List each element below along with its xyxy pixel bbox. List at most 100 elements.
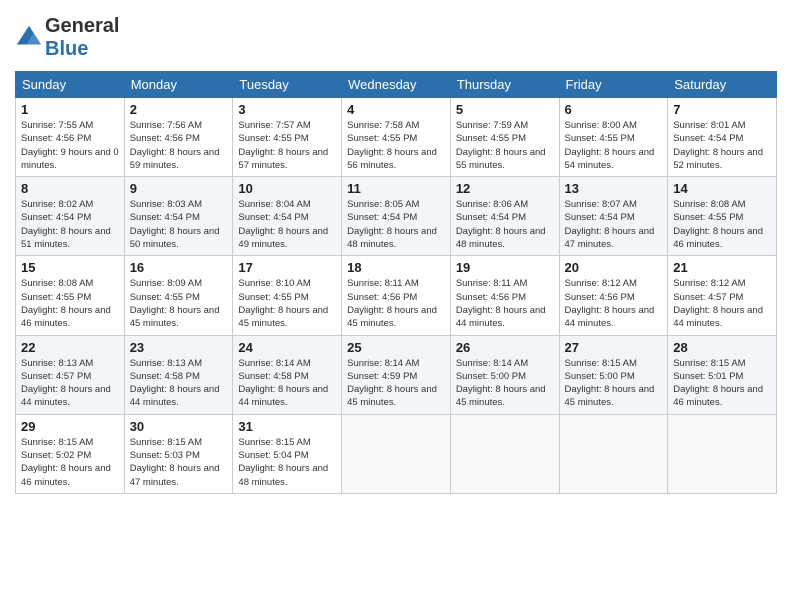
calendar-day-cell: 4Sunrise: 7:58 AMSunset: 4:55 PMDaylight… <box>342 98 451 177</box>
day-info: Sunrise: 8:15 AMSunset: 5:03 PMDaylight:… <box>130 436 228 489</box>
calendar-day-cell: 10Sunrise: 8:04 AMSunset: 4:54 PMDayligh… <box>233 177 342 256</box>
day-number: 30 <box>130 419 228 434</box>
calendar-week-row: 22 Sunrise: 8:13 AMSunset: 4:57 PMDayligh… <box>16 335 777 414</box>
day-info: Sunrise: 8:12 AMSunset: 4:57 PMDaylight:… <box>673 277 771 330</box>
day-number: 13 <box>565 181 663 196</box>
day-number: 14 <box>673 181 771 196</box>
day-number: 16 <box>130 260 228 275</box>
day-of-week-header: Tuesday <box>233 72 342 98</box>
header: General Blue <box>15 15 777 61</box>
day-of-week-header: Wednesday <box>342 72 451 98</box>
calendar-day-cell <box>342 414 451 493</box>
calendar-day-cell: 18 Sunrise: 8:11 AMSunset: 4:56 PMDayligh… <box>342 256 451 335</box>
day-number: 19 <box>456 260 554 275</box>
day-number: 25 <box>347 340 445 355</box>
logo-icon <box>15 24 43 52</box>
calendar-day-cell: 14 Sunrise: 8:08 AMSunset: 4:55 PMDayligh… <box>668 177 777 256</box>
calendar-day-cell: 27Sunrise: 8:15 AMSunset: 5:00 PMDayligh… <box>559 335 668 414</box>
calendar-week-row: 1Sunrise: 7:55 AMSunset: 4:56 PMDaylight… <box>16 98 777 177</box>
logo-text: General Blue <box>45 15 119 61</box>
logo: General Blue <box>15 15 119 61</box>
calendar-week-row: 8Sunrise: 8:02 AMSunset: 4:54 PMDaylight… <box>16 177 777 256</box>
day-number: 21 <box>673 260 771 275</box>
day-info: Sunrise: 8:14 AMSunset: 5:00 PMDaylight:… <box>456 357 554 410</box>
day-info: Sunrise: 8:14 AMSunset: 4:58 PMDaylight:… <box>238 357 336 410</box>
day-number: 31 <box>238 419 336 434</box>
calendar-day-cell: 26 Sunrise: 8:14 AMSunset: 5:00 PMDayligh… <box>450 335 559 414</box>
day-info: Sunrise: 8:13 AMSunset: 4:58 PMDaylight:… <box>130 357 228 410</box>
calendar-day-cell: 19 Sunrise: 8:11 AMSunset: 4:56 PMDayligh… <box>450 256 559 335</box>
day-number: 27 <box>565 340 663 355</box>
calendar-day-cell: 30 Sunrise: 8:15 AMSunset: 5:03 PMDayligh… <box>124 414 233 493</box>
day-number: 18 <box>347 260 445 275</box>
day-number: 2 <box>130 102 228 117</box>
calendar-day-cell: 24 Sunrise: 8:14 AMSunset: 4:58 PMDayligh… <box>233 335 342 414</box>
day-info: Sunrise: 7:58 AMSunset: 4:55 PMDaylight:… <box>347 119 445 172</box>
day-number: 5 <box>456 102 554 117</box>
day-number: 22 <box>21 340 119 355</box>
day-info: Sunrise: 8:00 AMSunset: 4:55 PMDaylight:… <box>565 119 663 172</box>
calendar-day-cell: 28Sunrise: 8:15 AMSunset: 5:01 PMDayligh… <box>668 335 777 414</box>
day-info: Sunrise: 7:57 AMSunset: 4:55 PMDaylight:… <box>238 119 336 172</box>
day-info: Sunrise: 7:59 AMSunset: 4:55 PMDaylight:… <box>456 119 554 172</box>
calendar-day-cell: 2 Sunrise: 7:56 AMSunset: 4:56 PMDaylight… <box>124 98 233 177</box>
day-number: 12 <box>456 181 554 196</box>
calendar-day-cell: 29 Sunrise: 8:15 AMSunset: 5:02 PMDayligh… <box>16 414 125 493</box>
day-info: Sunrise: 8:04 AMSunset: 4:54 PMDaylight:… <box>238 198 336 251</box>
calendar-day-cell: 16 Sunrise: 8:09 AMSunset: 4:55 PMDayligh… <box>124 256 233 335</box>
day-info: Sunrise: 8:09 AMSunset: 4:55 PMDaylight:… <box>130 277 228 330</box>
day-info: Sunrise: 8:11 AMSunset: 4:56 PMDaylight:… <box>347 277 445 330</box>
day-info: Sunrise: 7:55 AMSunset: 4:56 PMDaylight:… <box>21 119 119 172</box>
calendar-day-cell: 12 Sunrise: 8:06 AMSunset: 4:54 PMDayligh… <box>450 177 559 256</box>
day-info: Sunrise: 8:11 AMSunset: 4:56 PMDaylight:… <box>456 277 554 330</box>
day-info: Sunrise: 8:05 AMSunset: 4:54 PMDaylight:… <box>347 198 445 251</box>
day-of-week-header: Monday <box>124 72 233 98</box>
calendar-day-cell: 6Sunrise: 8:00 AMSunset: 4:55 PMDaylight… <box>559 98 668 177</box>
day-number: 9 <box>130 181 228 196</box>
calendar-day-cell: 7 Sunrise: 8:01 AMSunset: 4:54 PMDaylight… <box>668 98 777 177</box>
day-number: 23 <box>130 340 228 355</box>
day-info: Sunrise: 8:13 AMSunset: 4:57 PMDaylight:… <box>21 357 119 410</box>
day-number: 17 <box>238 260 336 275</box>
day-number: 26 <box>456 340 554 355</box>
day-info: Sunrise: 8:07 AMSunset: 4:54 PMDaylight:… <box>565 198 663 251</box>
day-info: Sunrise: 8:10 AMSunset: 4:55 PMDaylight:… <box>238 277 336 330</box>
calendar-day-cell: 5 Sunrise: 7:59 AMSunset: 4:55 PMDaylight… <box>450 98 559 177</box>
calendar-day-cell: 13 Sunrise: 8:07 AMSunset: 4:54 PMDayligh… <box>559 177 668 256</box>
day-of-week-header: Sunday <box>16 72 125 98</box>
calendar-day-cell <box>668 414 777 493</box>
calendar: SundayMondayTuesdayWednesdayThursdayFrid… <box>15 71 777 494</box>
calendar-day-cell: 23 Sunrise: 8:13 AMSunset: 4:58 PMDayligh… <box>124 335 233 414</box>
day-number: 28 <box>673 340 771 355</box>
calendar-week-row: 29 Sunrise: 8:15 AMSunset: 5:02 PMDayligh… <box>16 414 777 493</box>
page: General Blue SundayMondayTuesdayWednesda… <box>0 0 792 612</box>
day-number: 24 <box>238 340 336 355</box>
day-info: Sunrise: 8:15 AMSunset: 5:04 PMDaylight:… <box>238 436 336 489</box>
calendar-day-cell: 25 Sunrise: 8:14 AMSunset: 4:59 PMDayligh… <box>342 335 451 414</box>
day-info: Sunrise: 7:56 AMSunset: 4:56 PMDaylight:… <box>130 119 228 172</box>
day-number: 7 <box>673 102 771 117</box>
calendar-day-cell: 15 Sunrise: 8:08 AMSunset: 4:55 PMDayligh… <box>16 256 125 335</box>
calendar-header-row: SundayMondayTuesdayWednesdayThursdayFrid… <box>16 72 777 98</box>
day-info: Sunrise: 8:08 AMSunset: 4:55 PMDaylight:… <box>673 198 771 251</box>
calendar-day-cell: 21 Sunrise: 8:12 AMSunset: 4:57 PMDayligh… <box>668 256 777 335</box>
day-info: Sunrise: 8:08 AMSunset: 4:55 PMDaylight:… <box>21 277 119 330</box>
day-info: Sunrise: 8:01 AMSunset: 4:54 PMDaylight:… <box>673 119 771 172</box>
day-of-week-header: Thursday <box>450 72 559 98</box>
day-number: 20 <box>565 260 663 275</box>
calendar-day-cell: 22 Sunrise: 8:13 AMSunset: 4:57 PMDayligh… <box>16 335 125 414</box>
day-info: Sunrise: 8:06 AMSunset: 4:54 PMDaylight:… <box>456 198 554 251</box>
day-info: Sunrise: 8:15 AMSunset: 5:02 PMDaylight:… <box>21 436 119 489</box>
calendar-day-cell: 17 Sunrise: 8:10 AMSunset: 4:55 PMDayligh… <box>233 256 342 335</box>
day-number: 15 <box>21 260 119 275</box>
day-of-week-header: Friday <box>559 72 668 98</box>
calendar-day-cell: 3Sunrise: 7:57 AMSunset: 4:55 PMDaylight… <box>233 98 342 177</box>
day-info: Sunrise: 8:14 AMSunset: 4:59 PMDaylight:… <box>347 357 445 410</box>
day-number: 29 <box>21 419 119 434</box>
calendar-week-row: 15 Sunrise: 8:08 AMSunset: 4:55 PMDayligh… <box>16 256 777 335</box>
calendar-day-cell: 9Sunrise: 8:03 AMSunset: 4:54 PMDaylight… <box>124 177 233 256</box>
day-number: 11 <box>347 181 445 196</box>
calendar-day-cell: 1Sunrise: 7:55 AMSunset: 4:56 PMDaylight… <box>16 98 125 177</box>
calendar-day-cell <box>559 414 668 493</box>
calendar-day-cell: 20Sunrise: 8:12 AMSunset: 4:56 PMDayligh… <box>559 256 668 335</box>
